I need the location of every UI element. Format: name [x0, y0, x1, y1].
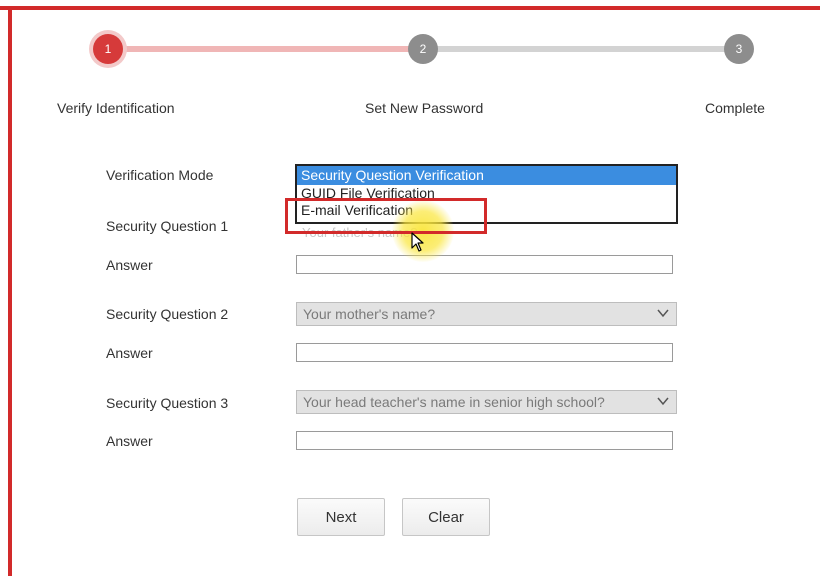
security-question-3-value: Your head teacher's name in senior high … — [303, 394, 605, 410]
step-2-indicator: 2 — [408, 34, 438, 64]
frame-border-left — [8, 6, 12, 576]
security-question-3-select[interactable]: Your head teacher's name in senior high … — [296, 390, 677, 414]
next-button[interactable]: Next — [297, 498, 385, 536]
security-question-1-label: Security Question 1 — [106, 218, 229, 234]
answer-1-label: Answer — [106, 257, 153, 273]
answer-3-input[interactable] — [296, 431, 673, 450]
step-1-indicator: 1 — [93, 34, 123, 64]
security-question-3-label: Security Question 3 — [106, 395, 229, 411]
security-question-2-value: Your mother's name? — [303, 306, 436, 322]
stepper-track-pending — [423, 46, 739, 52]
email-option-highlight — [285, 198, 487, 234]
stepper-track-completed — [107, 46, 423, 52]
step-3-indicator: 3 — [724, 34, 754, 64]
chevron-down-icon — [656, 394, 670, 408]
answer-2-label: Answer — [106, 345, 153, 361]
chevron-down-icon — [656, 306, 670, 320]
step-3-label: Complete — [705, 100, 765, 116]
security-question-2-label: Security Question 2 — [106, 306, 229, 322]
verification-mode-label: Verification Mode — [106, 167, 214, 183]
clear-button[interactable]: Clear — [402, 498, 490, 536]
frame-border-top — [0, 6, 820, 10]
answer-1-input[interactable] — [296, 255, 673, 274]
step-1-label: Verify Identification — [57, 100, 175, 116]
security-question-2-select[interactable]: Your mother's name? — [296, 302, 677, 326]
step-2-label: Set New Password — [365, 100, 484, 116]
answer-3-label: Answer — [106, 433, 153, 449]
mouse-pointer-icon — [411, 232, 425, 257]
option-security-question[interactable]: Security Question Verification — [297, 166, 676, 185]
answer-2-input[interactable] — [296, 343, 673, 362]
